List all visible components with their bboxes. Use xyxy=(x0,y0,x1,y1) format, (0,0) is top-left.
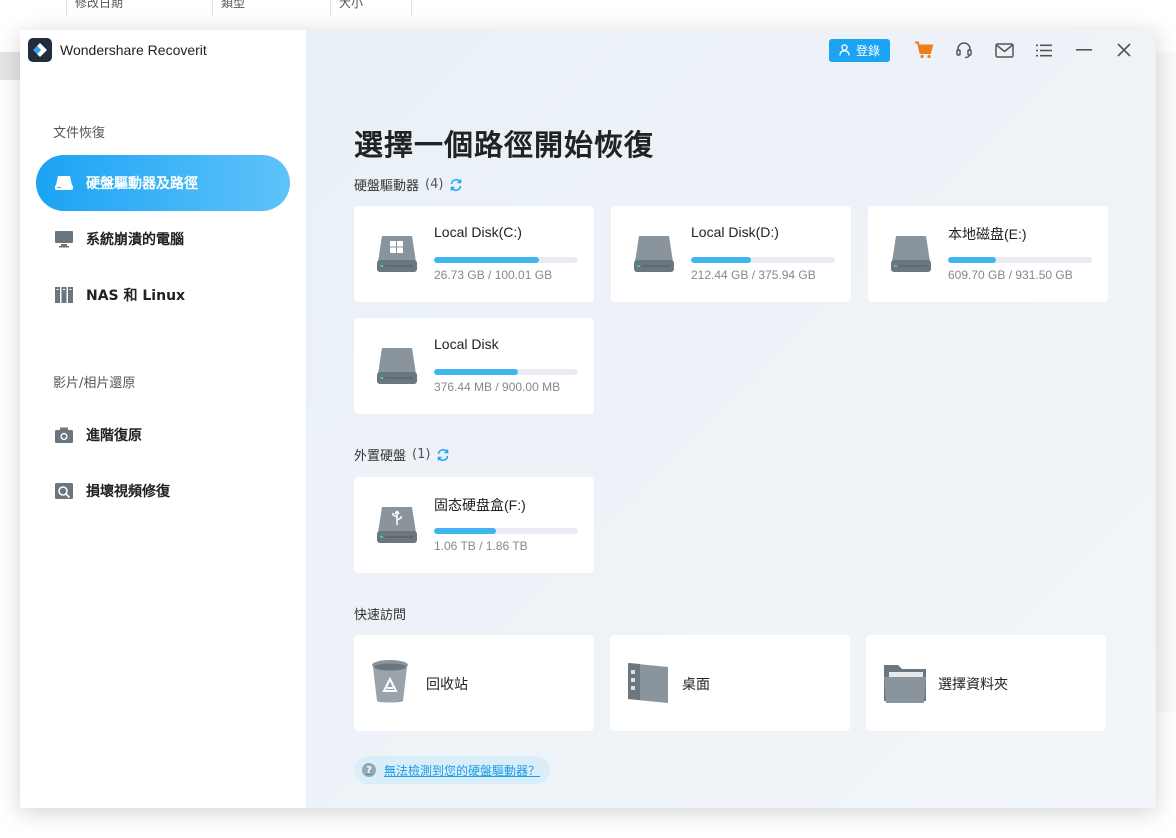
video-repair-icon xyxy=(54,481,74,501)
sidebar-item-advanced-recovery[interactable]: 進階復原 xyxy=(36,407,290,463)
sidebar-item-crashed-computer[interactable]: 系統崩潰的電腦 xyxy=(36,211,290,267)
refresh-external-icon[interactable] xyxy=(436,448,450,462)
help-question-icon: ? xyxy=(362,763,376,777)
window-toolbar: 登錄 xyxy=(828,38,1144,62)
drive-size: 609.70 GB / 931.50 GB xyxy=(948,268,1073,282)
drive-card-d[interactable]: Local Disk(D:) 212.44 GB / 375.94 GB xyxy=(611,206,851,302)
section-file-recovery: 文件恢復 xyxy=(53,126,106,141)
mail-icon[interactable] xyxy=(984,38,1024,62)
headset-icon[interactable] xyxy=(944,38,984,62)
help-link-text: 無法檢測到您的硬盤驅動器？ xyxy=(384,763,541,778)
sidebar-item-video-repair[interactable]: 損壞視頻修復 xyxy=(36,463,290,519)
user-icon xyxy=(839,44,850,56)
quick-recycle-bin[interactable]: 回收站 xyxy=(354,635,594,731)
quick-label: 回收站 xyxy=(426,677,468,693)
bg-column-modified: 修改日期 xyxy=(66,0,212,16)
drive-name: Local Disk(C:) xyxy=(434,224,522,240)
drive-name: 本地磁盘(E:) xyxy=(948,226,1027,242)
drive-usage-bar xyxy=(691,257,835,263)
drive-size: 26.73 GB / 100.01 GB xyxy=(434,268,553,282)
sidebar-item-nas-linux[interactable]: NAS 和 Linux xyxy=(36,267,290,323)
drive-name: 固态硬盘盒(F:) xyxy=(434,497,526,513)
drive-size: 1.06 TB / 1.86 TB xyxy=(434,539,528,553)
quick-label: 桌面 xyxy=(682,677,710,693)
sidebar-item-label: 系統崩潰的電腦 xyxy=(86,232,184,248)
drives-group-label: 硬盤驅動器 (4) xyxy=(354,175,463,194)
camera-icon xyxy=(54,425,74,445)
drive-usage-bar xyxy=(434,257,578,263)
sidebar-item-label: NAS 和 Linux xyxy=(86,288,186,304)
quick-access-title: 快速訪問 xyxy=(354,608,407,623)
drive-usage-fill xyxy=(691,257,752,263)
external-count: (1) xyxy=(412,447,431,462)
login-label: 登錄 xyxy=(855,43,880,58)
drive-usage-bar xyxy=(434,528,578,534)
app-window: Wondershare Recoverit 文件恢復 硬盤驅動器及路徑 系統崩潰… xyxy=(20,30,1156,808)
hard-drive-icon xyxy=(890,234,932,278)
external-group-label: 外置硬盤 (1) xyxy=(354,445,450,464)
drive-name: Local Disk(D:) xyxy=(691,224,779,240)
app-title-bar: Wondershare Recoverit xyxy=(28,38,207,62)
usb-drive-icon xyxy=(376,505,418,549)
page-title: 選擇一個路徑開始恢復 xyxy=(354,128,655,162)
cart-icon[interactable] xyxy=(904,38,944,62)
quick-access-label: 快速訪問 xyxy=(354,604,406,623)
bg-column-type: 類型 xyxy=(212,0,330,16)
drive-usage-fill xyxy=(434,528,496,534)
quick-label: 選擇資料夾 xyxy=(938,677,1008,693)
recycle-bin-icon xyxy=(370,659,410,709)
drive-usage-fill xyxy=(434,369,518,375)
drive-not-detected-link[interactable]: ? 無法檢測到您的硬盤驅動器？ xyxy=(354,756,551,784)
nas-icon xyxy=(54,285,74,305)
menu-icon[interactable] xyxy=(1024,38,1064,62)
hard-drive-icon xyxy=(54,173,74,193)
sidebar-item-label: 進階復原 xyxy=(86,428,142,444)
hard-drive-icon xyxy=(633,234,675,278)
desktop-icon xyxy=(626,661,670,709)
drive-size: 376.44 MB / 900.00 MB xyxy=(434,380,561,394)
monitor-icon xyxy=(54,229,74,249)
section-media-recovery: 影片/相片還原 xyxy=(53,376,136,391)
drive-card-external-f[interactable]: 固态硬盘盒(F:) 1.06 TB / 1.86 TB xyxy=(354,477,594,573)
drive-card-local[interactable]: Local Disk 376.44 MB / 900.00 MB xyxy=(354,318,594,414)
drive-usage-fill xyxy=(948,257,996,263)
bg-column-size: 大小 xyxy=(330,0,412,16)
background-panel-right xyxy=(1156,52,1176,712)
drive-size: 212.44 GB / 375.94 GB xyxy=(691,268,816,282)
sidebar-item-hard-drives[interactable]: 硬盤驅動器及路徑 xyxy=(36,155,290,211)
main-panel: 登錄 選擇一個路徑開始恢復 硬盤驅動器 (4) Local Disk(C:) 2… xyxy=(306,30,1156,808)
drives-label: 硬盤驅動器 xyxy=(354,179,420,194)
drives-count: (4) xyxy=(425,177,444,192)
drive-card-c[interactable]: Local Disk(C:) 26.73 GB / 100.01 GB xyxy=(354,206,594,302)
sidebar-item-label: 損壞視頻修復 xyxy=(86,484,170,500)
background-explorer-header: 修改日期 類型 大小 xyxy=(0,0,1176,16)
login-button[interactable]: 登錄 xyxy=(828,38,890,62)
drive-usage-fill xyxy=(434,257,540,263)
minimize-icon[interactable] xyxy=(1064,38,1104,62)
sidebar-item-label: 硬盤驅動器及路徑 xyxy=(86,176,198,192)
drive-usage-bar xyxy=(948,257,1092,263)
drive-name: Local Disk xyxy=(434,336,499,352)
quick-desktop[interactable]: 桌面 xyxy=(610,635,850,731)
background-panel xyxy=(0,52,20,80)
close-icon[interactable] xyxy=(1104,38,1144,62)
quick-select-folder[interactable]: 選擇資料夾 xyxy=(866,635,1106,731)
drive-card-e[interactable]: 本地磁盘(E:) 609.70 GB / 931.50 GB xyxy=(868,206,1108,302)
external-label: 外置硬盤 xyxy=(354,449,407,464)
sidebar: Wondershare Recoverit 文件恢復 硬盤驅動器及路徑 系統崩潰… xyxy=(20,30,306,808)
recoverit-logo-icon xyxy=(28,38,52,62)
hard-drive-icon xyxy=(376,346,418,390)
refresh-drives-icon[interactable] xyxy=(449,178,463,192)
windows-drive-icon xyxy=(376,234,418,278)
app-name: Wondershare Recoverit xyxy=(60,42,207,58)
folder-icon xyxy=(882,661,928,709)
drive-usage-bar xyxy=(434,369,578,375)
